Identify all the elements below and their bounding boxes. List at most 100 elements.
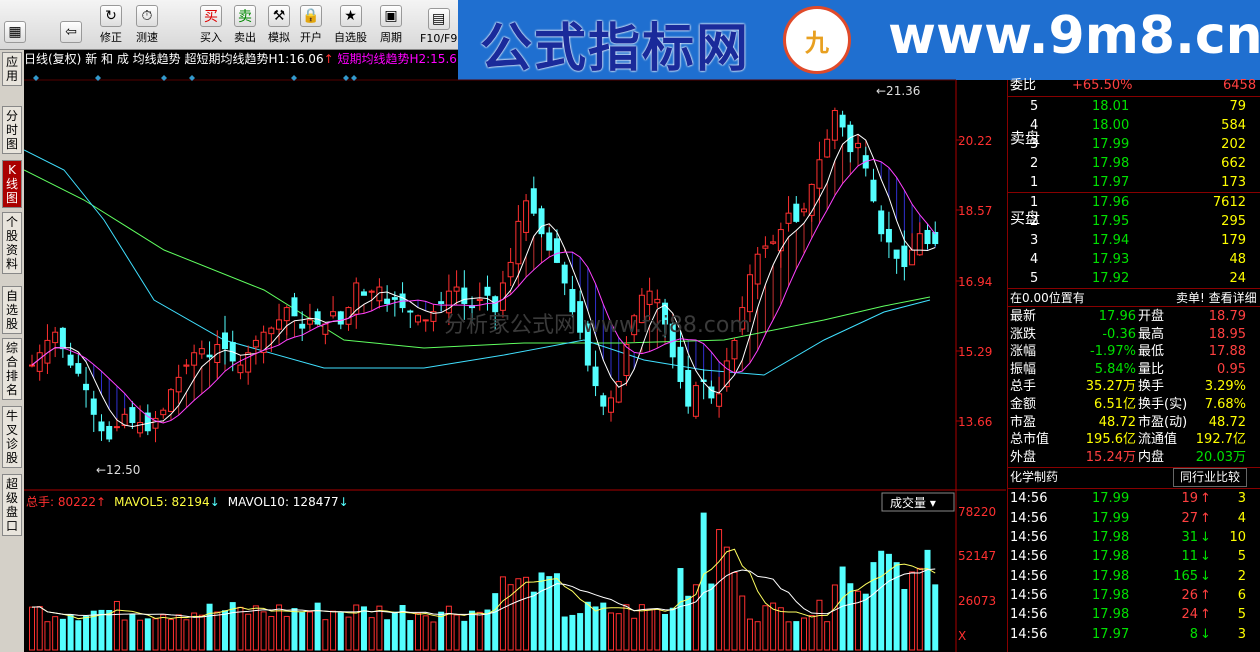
ask-price: 17.99 [1092, 137, 1130, 152]
industry-name: 化学制药 [1010, 470, 1059, 485]
volume-bar [700, 512, 707, 651]
toolbar-button-8[interactable]: ★ 自选股 [334, 2, 367, 48]
volume-bar [592, 606, 599, 651]
bid-row: 1 17.96 7612 [1008, 193, 1260, 212]
left-tab-7[interactable]: 超级盘口 [2, 474, 22, 536]
chart-mode[interactable]: 日线(复权) [24, 52, 81, 66]
candle-body [777, 229, 784, 252]
weibi-diff: 6458 [1223, 78, 1257, 93]
quote-value: 35.27万 [1085, 379, 1136, 395]
volume-bar [669, 607, 676, 651]
weibi-label: 委比 [1010, 78, 1037, 93]
volume-bar [299, 612, 306, 651]
volume-bar [391, 611, 398, 651]
toolbar-button-9[interactable]: ▣ 周期 [380, 2, 402, 48]
tick-volume: 19 [1181, 491, 1198, 507]
volume-bar [870, 562, 877, 651]
candle-body [538, 208, 545, 235]
volume-bar [584, 601, 591, 651]
candle-body [878, 210, 885, 235]
volume-bar [615, 613, 622, 651]
candle-body [831, 110, 838, 141]
tick-price: 17.99 [1092, 510, 1130, 526]
volume-bar [322, 619, 329, 651]
toolbar-button-2[interactable]: ↻ 修正 [100, 2, 122, 48]
candle-body [561, 264, 568, 284]
candle-body [268, 327, 275, 335]
candle-body [299, 323, 306, 329]
quote-label: 总市值 [1010, 432, 1050, 448]
volume-bar [824, 621, 831, 651]
toolbar-button-4[interactable]: 买买入 [200, 2, 222, 48]
quote-value-2: 48.72 [1208, 414, 1246, 430]
left-tab-2[interactable]: K线图 [2, 160, 22, 208]
ask-price: 17.97 [1092, 175, 1130, 190]
ask-price: 17.98 [1092, 156, 1130, 171]
left-tab-4[interactable]: 自选股 [2, 286, 22, 334]
price-axis-label: 18.57 [958, 204, 992, 218]
quote-value: 48.72 [1098, 414, 1136, 430]
tick-volume: 8 [1189, 626, 1198, 642]
left-tab-0[interactable]: 应用 [2, 52, 22, 86]
ask-volume: 79 [1229, 99, 1246, 114]
candle-body [422, 319, 429, 322]
h2-value: 15.6 [430, 52, 457, 66]
candle-body [847, 124, 854, 153]
kline-chart[interactable]: 20.22 18.57 16.94 15.29 13.66 ←21.36 ←12.50 分析家… [24, 50, 1006, 652]
toolbar-button-1[interactable]: ⇦ [60, 2, 82, 48]
quote-value: -0.36 [1102, 326, 1136, 342]
volume-bar [716, 529, 723, 651]
toolbar-button-0[interactable]: ▦ [4, 2, 26, 48]
indicator-name[interactable]: 均线趋势 [133, 52, 181, 66]
bid-level: 1 [1030, 195, 1039, 210]
candle-body [283, 307, 290, 322]
f10-icon: ▤ [427, 8, 450, 30]
toolbar-button-label: 修正 [100, 31, 122, 44]
candle-body [801, 208, 807, 213]
bid-price: 17.92 [1092, 271, 1130, 286]
quote-label: 总手 [1010, 379, 1037, 395]
volume-bar [245, 613, 252, 651]
volume-bar [83, 615, 90, 651]
quote-value: 6.51亿 [1094, 397, 1136, 412]
volume-bar [901, 588, 908, 651]
ask-level: 2 [1030, 156, 1039, 171]
quote-label: 振幅 [1010, 361, 1037, 377]
left-tab-5[interactable]: 综合排名 [2, 338, 22, 400]
bid-level: 3 [1030, 233, 1039, 248]
quote-label-2: 换手 [1138, 379, 1165, 395]
quote-value-2: 7.68% [1204, 397, 1246, 412]
volume-bar [422, 615, 429, 651]
candle-body [839, 114, 846, 128]
quote-row: 市盈 48.72 市盈(动) 48.72 [1008, 413, 1260, 431]
toolbar-button-6[interactable]: ⚒ 模拟 [268, 2, 290, 48]
toolbar-button-7[interactable]: 🔒 开户 [300, 2, 322, 48]
volume-bar [268, 616, 275, 651]
toolbar-button-5[interactable]: 卖卖出 [234, 2, 256, 48]
volume-bar [808, 615, 815, 651]
toolbar-button-3[interactable]: ⏱ 测速 [136, 2, 158, 48]
candle-body [723, 360, 730, 388]
tick-direction-icon: ↓ [1200, 568, 1211, 584]
speed-test-icon: ⏱ [136, 5, 158, 27]
tick-time: 14:56 [1010, 568, 1048, 584]
volume-bar [746, 618, 753, 651]
bid-volume: 179 [1221, 233, 1246, 248]
ask-volume: 662 [1221, 156, 1246, 171]
candle-body [746, 274, 753, 313]
toolbar-button-10[interactable]: ▤ F10/F9 [420, 2, 457, 48]
industry-compare-button[interactable]: 同行业比较 [1173, 468, 1248, 488]
volume-bar [445, 605, 452, 651]
candle-body [59, 327, 66, 350]
volume-bar [144, 618, 151, 651]
tick-price: 17.98 [1092, 587, 1130, 603]
volume-bar [175, 614, 182, 651]
quote-label-2: 换手(实) [1138, 397, 1188, 412]
volume-bar [553, 573, 560, 651]
left-tab-3[interactable]: 个股资料 [2, 212, 22, 274]
left-tab-1[interactable]: 分时图 [2, 106, 22, 154]
price-axis-label: 20.22 [958, 134, 992, 148]
left-tab-6[interactable]: 牛叉诊股 [2, 406, 22, 468]
tick-volume: 31 [1181, 530, 1198, 545]
candle-body [183, 364, 190, 367]
